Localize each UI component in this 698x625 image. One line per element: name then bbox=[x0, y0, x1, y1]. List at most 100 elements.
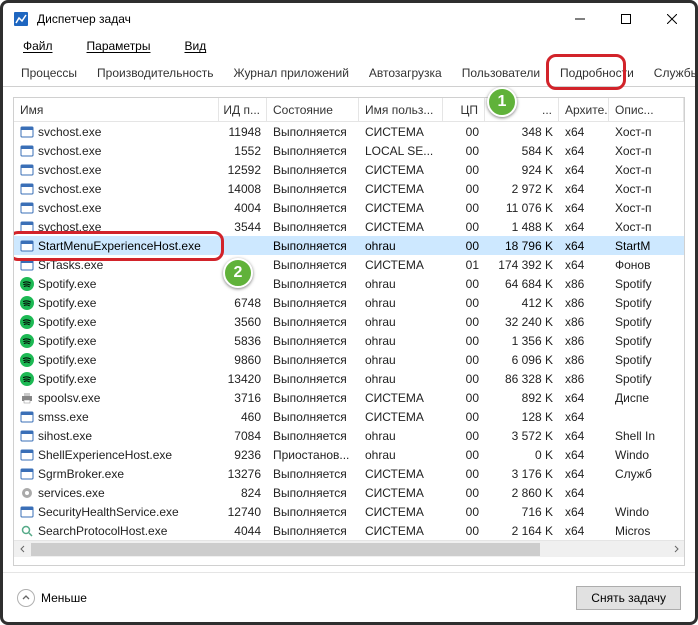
cell-desc: Micros bbox=[609, 524, 684, 538]
cell-name: SearchProtocolHost.exe bbox=[14, 524, 219, 538]
scroll-thumb[interactable] bbox=[31, 543, 540, 556]
table-row[interactable]: Spotify.exeВыполняетсяohrau0064 684 Kx86… bbox=[14, 274, 684, 293]
cell-name: SgrmBroker.exe bbox=[14, 467, 219, 481]
table-row[interactable]: svchost.exe1552ВыполняетсяLOCAL SE...005… bbox=[14, 141, 684, 160]
cell-pid: 12592 bbox=[219, 163, 267, 177]
menu-options[interactable]: Параметры bbox=[71, 37, 167, 55]
tab-details[interactable]: Подробности bbox=[550, 60, 644, 86]
maximize-button[interactable] bbox=[603, 3, 649, 35]
cell-memory: 892 K bbox=[485, 391, 559, 405]
annotation-2: 2 bbox=[223, 258, 253, 288]
cell-user: СИСТЕМА bbox=[359, 182, 443, 196]
cell-cpu: 00 bbox=[443, 448, 485, 462]
table-body: svchost.exe11948ВыполняетсяСИСТЕМА00348 … bbox=[14, 122, 684, 540]
cell-user: СИСТЕМА bbox=[359, 467, 443, 481]
table-row[interactable]: spoolsv.exe3716ВыполняетсяСИСТЕМА00892 K… bbox=[14, 388, 684, 407]
table-row[interactable]: SearchProtocolHost.exe4044ВыполняетсяСИС… bbox=[14, 521, 684, 540]
cell-user: СИСТЕМА bbox=[359, 505, 443, 519]
column-header-cpu[interactable]: ЦП bbox=[443, 98, 485, 121]
tab-startup[interactable]: Автозагрузка bbox=[359, 60, 452, 86]
cell-cpu: 00 bbox=[443, 296, 485, 310]
close-button[interactable] bbox=[649, 3, 695, 35]
table-row[interactable]: svchost.exe4004ВыполняетсяСИСТЕМА0011 07… bbox=[14, 198, 684, 217]
table-row[interactable]: svchost.exe11948ВыполняетсяСИСТЕМА00348 … bbox=[14, 122, 684, 141]
tab-services[interactable]: Службы bbox=[644, 60, 695, 86]
column-header-row: Имя ИД п... Состояние Имя польз... ЦП ..… bbox=[14, 98, 684, 122]
cell-desc: Хост-п bbox=[609, 125, 684, 139]
cell-state: Выполняется bbox=[267, 296, 359, 310]
column-header-arch[interactable]: Архите... bbox=[559, 98, 609, 121]
cell-cpu: 00 bbox=[443, 201, 485, 215]
table-row[interactable]: Spotify.exe9860Выполняетсяohrau006 096 K… bbox=[14, 350, 684, 369]
cell-pid: 13276 bbox=[219, 467, 267, 481]
cell-user: ohrau bbox=[359, 277, 443, 291]
tab-users[interactable]: Пользователи bbox=[452, 60, 550, 86]
cell-state: Выполняется bbox=[267, 486, 359, 500]
cell-desc: Spotify bbox=[609, 353, 684, 367]
table-row[interactable]: Spotify.exe3560Выполняетсяohrau0032 240 … bbox=[14, 312, 684, 331]
cell-desc: Spotify bbox=[609, 277, 684, 291]
table-row[interactable]: svchost.exe12592ВыполняетсяСИСТЕМА00924 … bbox=[14, 160, 684, 179]
minimize-button[interactable] bbox=[557, 3, 603, 35]
menu-file[interactable]: Файл bbox=[7, 37, 69, 55]
cell-name: Spotify.exe bbox=[14, 315, 219, 329]
column-header-name[interactable]: Имя bbox=[14, 98, 219, 121]
titlebar[interactable]: Диспетчер задач bbox=[3, 3, 695, 35]
cell-arch: x64 bbox=[559, 524, 609, 538]
tab-processes[interactable]: Процессы bbox=[11, 60, 87, 86]
table-row[interactable]: SrTasks.exeВыполняетсяСИСТЕМА01174 392 K… bbox=[14, 255, 684, 274]
tab-performance[interactable]: Производительность bbox=[87, 60, 223, 86]
end-task-button[interactable]: Снять задачу bbox=[576, 586, 681, 610]
cell-name: Spotify.exe bbox=[14, 372, 219, 386]
cell-memory: 584 K bbox=[485, 144, 559, 158]
column-header-state[interactable]: Состояние bbox=[267, 98, 359, 121]
table-row[interactable]: smss.exe460ВыполняетсяСИСТЕМА00128 Kx64 bbox=[14, 407, 684, 426]
cell-name: SrTasks.exe bbox=[14, 258, 219, 272]
table-row[interactable]: services.exe824ВыполняетсяСИСТЕМА002 860… bbox=[14, 483, 684, 502]
cell-user: ohrau bbox=[359, 315, 443, 329]
cell-desc: StartM bbox=[609, 239, 684, 253]
cell-pid: 3544 bbox=[219, 220, 267, 234]
table-row[interactable]: Spotify.exe6748Выполняетсяohrau00412 Kx8… bbox=[14, 293, 684, 312]
cell-cpu: 00 bbox=[443, 524, 485, 538]
scroll-left-button[interactable] bbox=[14, 541, 31, 557]
cell-memory: 2 164 K bbox=[485, 524, 559, 538]
cell-user: СИСТЕМА bbox=[359, 391, 443, 405]
table-row[interactable]: Spotify.exe13420Выполняетсяohrau0086 328… bbox=[14, 369, 684, 388]
cell-pid: 6748 bbox=[219, 296, 267, 310]
cell-cpu: 00 bbox=[443, 467, 485, 481]
cell-memory: 924 K bbox=[485, 163, 559, 177]
column-header-user[interactable]: Имя польз... bbox=[359, 98, 443, 121]
table-row[interactable]: SecurityHealthService.exe12740Выполняетс… bbox=[14, 502, 684, 521]
tab-app-history[interactable]: Журнал приложений bbox=[224, 60, 359, 86]
cell-arch: x86 bbox=[559, 277, 609, 291]
cell-arch: x64 bbox=[559, 505, 609, 519]
table-row[interactable]: Spotify.exe5836Выполняетсяohrau001 356 K… bbox=[14, 331, 684, 350]
table-row[interactable]: sihost.exe7084Выполняетсяohrau003 572 Kx… bbox=[14, 426, 684, 445]
table-row[interactable]: StartMenuExperienceHost.exeВыполняетсяoh… bbox=[14, 236, 684, 255]
cell-name: Spotify.exe bbox=[14, 334, 219, 348]
cell-cpu: 00 bbox=[443, 239, 485, 253]
horizontal-scrollbar[interactable] bbox=[14, 540, 684, 557]
cell-user: СИСТЕМА bbox=[359, 163, 443, 177]
cell-user: СИСТЕМА bbox=[359, 125, 443, 139]
cell-desc: Хост-п bbox=[609, 182, 684, 196]
cell-user: СИСТЕМА bbox=[359, 201, 443, 215]
scroll-right-button[interactable] bbox=[667, 541, 684, 557]
cell-cpu: 00 bbox=[443, 277, 485, 291]
scroll-track[interactable] bbox=[31, 541, 667, 557]
table-row[interactable]: svchost.exe14008ВыполняетсяСИСТЕМА002 97… bbox=[14, 179, 684, 198]
cell-arch: x64 bbox=[559, 182, 609, 196]
column-header-pid[interactable]: ИД п... bbox=[219, 98, 267, 121]
menu-view[interactable]: Вид bbox=[168, 37, 222, 55]
fewer-toggle[interactable]: Меньше bbox=[17, 589, 87, 607]
cell-cpu: 00 bbox=[443, 505, 485, 519]
fewer-label: Меньше bbox=[41, 591, 87, 605]
cell-state: Выполняется bbox=[267, 524, 359, 538]
table-row[interactable]: SgrmBroker.exe13276ВыполняетсяСИСТЕМА003… bbox=[14, 464, 684, 483]
table-row[interactable]: svchost.exe3544ВыполняетсяСИСТЕМА001 488… bbox=[14, 217, 684, 236]
column-header-desc[interactable]: Опис... bbox=[609, 98, 684, 121]
cell-pid: 3716 bbox=[219, 391, 267, 405]
cell-arch: x64 bbox=[559, 391, 609, 405]
table-row[interactable]: ShellExperienceHost.exe9236Приостанов...… bbox=[14, 445, 684, 464]
